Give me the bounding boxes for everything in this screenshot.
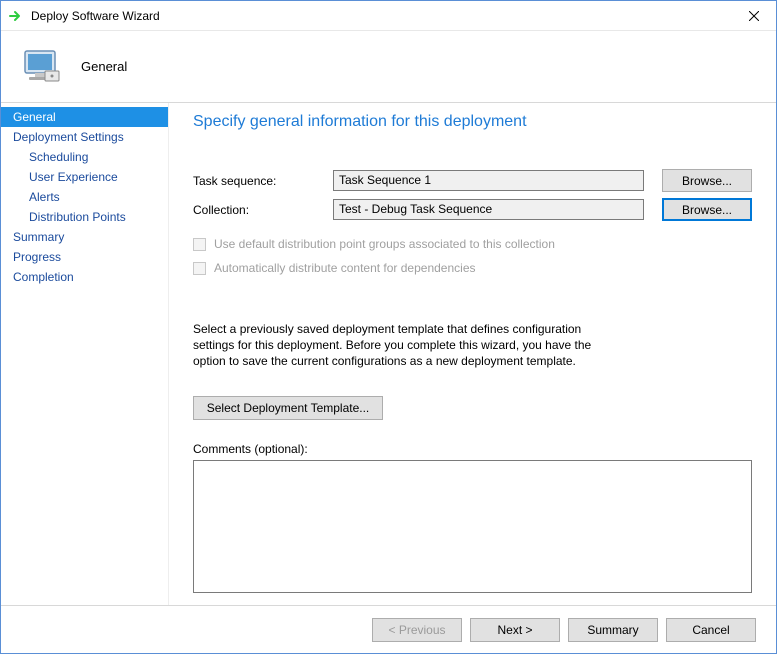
- sidebar: General Deployment Settings Scheduling U…: [1, 103, 169, 605]
- close-button[interactable]: [731, 1, 776, 30]
- app-icon: [9, 8, 25, 24]
- previous-button: < Previous: [372, 618, 462, 642]
- page-heading: Specify general information for this dep…: [193, 113, 752, 131]
- task-sequence-browse-button[interactable]: Browse...: [662, 169, 752, 192]
- window-title: Deploy Software Wizard: [31, 9, 731, 23]
- wizard-header: General: [1, 31, 776, 103]
- select-template-button[interactable]: Select Deployment Template...: [193, 396, 383, 420]
- main-panel: Specify general information for this dep…: [169, 103, 776, 605]
- summary-button[interactable]: Summary: [568, 618, 658, 642]
- nav-scheduling[interactable]: Scheduling: [1, 147, 168, 167]
- collection-browse-button[interactable]: Browse...: [662, 198, 752, 221]
- nav-progress[interactable]: Progress: [1, 247, 168, 267]
- comments-label: Comments (optional):: [193, 442, 752, 456]
- nav-completion[interactable]: Completion: [1, 267, 168, 287]
- wizard-window: Deploy Software Wizard General General D…: [0, 0, 777, 654]
- titlebar: Deploy Software Wizard: [1, 1, 776, 31]
- nav-general[interactable]: General: [1, 107, 168, 127]
- comments-textarea[interactable]: [193, 460, 752, 593]
- nav-alerts[interactable]: Alerts: [1, 187, 168, 207]
- template-help-text: Select a previously saved deployment tem…: [193, 321, 613, 370]
- auto-distribute-checkbox: [193, 262, 206, 275]
- default-dp-checkbox-row: Use default distribution point groups as…: [193, 237, 752, 251]
- collection-field: Test - Debug Task Sequence: [333, 199, 644, 220]
- nav-deployment-settings[interactable]: Deployment Settings: [1, 127, 168, 147]
- auto-distribute-label: Automatically distribute content for dep…: [214, 261, 476, 275]
- default-dp-label: Use default distribution point groups as…: [214, 237, 555, 251]
- monitor-icon: [19, 45, 63, 89]
- task-sequence-label: Task sequence:: [193, 174, 333, 188]
- default-dp-checkbox: [193, 238, 206, 251]
- header-title: General: [81, 59, 127, 74]
- next-button[interactable]: Next >: [470, 618, 560, 642]
- nav-distribution-points[interactable]: Distribution Points: [1, 207, 168, 227]
- cancel-button[interactable]: Cancel: [666, 618, 756, 642]
- nav-summary[interactable]: Summary: [1, 227, 168, 247]
- wizard-footer: < Previous Next > Summary Cancel: [1, 605, 776, 653]
- nav-user-experience[interactable]: User Experience: [1, 167, 168, 187]
- collection-row: Collection: Test - Debug Task Sequence B…: [193, 198, 752, 221]
- task-sequence-field: Task Sequence 1: [333, 170, 644, 191]
- task-sequence-row: Task sequence: Task Sequence 1 Browse...: [193, 169, 752, 192]
- collection-label: Collection:: [193, 203, 333, 217]
- auto-distribute-checkbox-row: Automatically distribute content for dep…: [193, 261, 752, 275]
- wizard-body: General Deployment Settings Scheduling U…: [1, 103, 776, 605]
